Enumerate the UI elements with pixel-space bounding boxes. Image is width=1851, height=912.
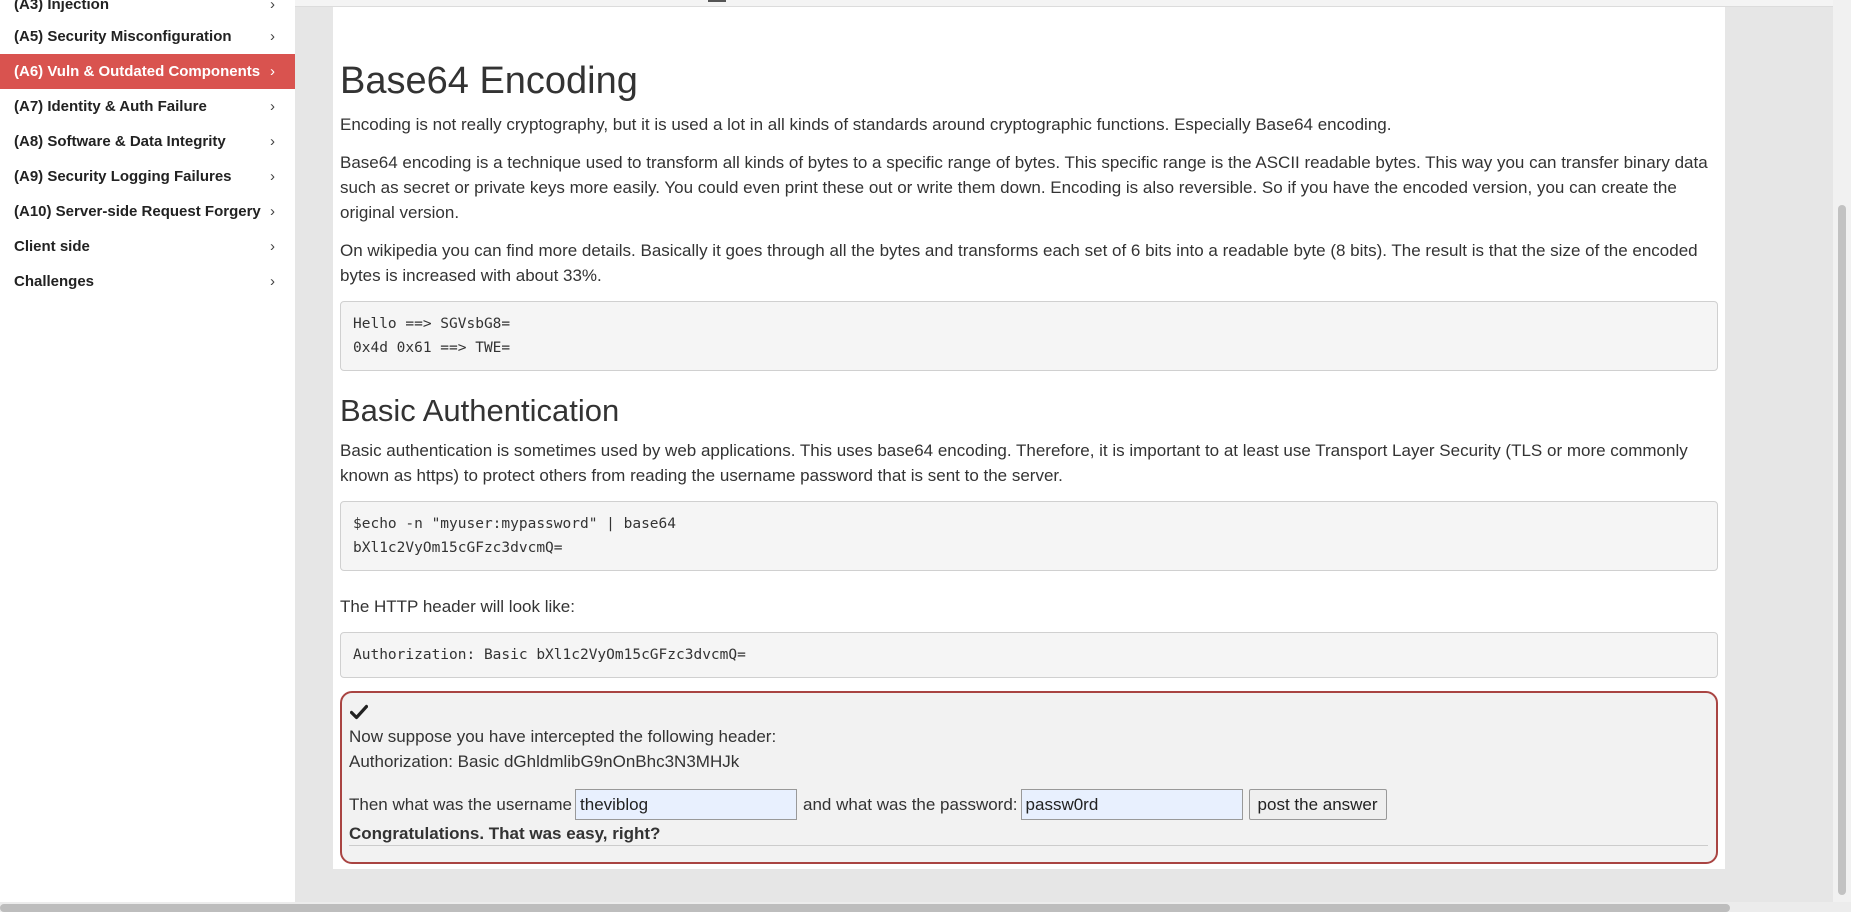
paragraph: The HTTP header will look like:	[340, 596, 575, 616]
sidebar-item-challenges[interactable]: Challenges ›	[0, 264, 295, 299]
code-block-http-header: Authorization: Basic bXl1c2VyOm15cGFzc3d…	[340, 631, 1718, 678]
username-label: Then what was the username	[349, 794, 573, 814]
sidebar-item-label: (A9) Security Logging Failures	[14, 168, 232, 185]
assignment-box: Now suppose you have intercepted the fol…	[340, 690, 1718, 864]
sidebar-item-security-misconfiguration[interactable]: (A5) Security Misconfiguration ›	[0, 19, 295, 54]
section-title-basic-auth: Basic Authentication	[340, 392, 620, 428]
assignment-question: Now suppose you have intercepted the fol…	[349, 726, 777, 746]
chevron-right-icon: ›	[270, 203, 275, 220]
sidebar-item-label: (A8) Software & Data Integrity	[14, 133, 226, 150]
header-underline-mark	[708, 0, 726, 2]
sidebar-item-vuln-outdated-components[interactable]: (A6) Vuln & Outdated Components ›	[0, 54, 295, 89]
paragraph: On wikipedia you can find more details. …	[340, 240, 1698, 285]
chevron-right-icon: ›	[270, 238, 275, 255]
lesson-content: Base64 Encoding Encoding is not really c…	[340, 50, 1718, 864]
feedback-message: Congratulations. That was easy, right?	[349, 823, 661, 843]
sidebar-item-server-side-request-forgery[interactable]: (A10) Server-side Request Forgery ›	[0, 194, 295, 229]
sidebar-item-injection[interactable]: (A3) Injection ›	[0, 0, 295, 19]
chevron-right-icon: ›	[270, 133, 275, 150]
code-line: bXl1c2VyOm15cGFzc3dvcmQ=	[353, 539, 563, 556]
password-label: and what was the password:	[803, 794, 1018, 814]
code-line: $echo -n "myuser:mypassword" | base64	[353, 515, 677, 532]
intercepted-header: Authorization: Basic dGhldmlibG9nOnBhc3N…	[349, 751, 740, 771]
sidebar: (A3) Injection › (A5) Security Misconfig…	[0, 0, 295, 912]
horizontal-scrollbar-thumb[interactable]	[0, 904, 1730, 912]
page-header-strip	[295, 0, 1851, 7]
paragraph: Encoding is not really cryptography, but…	[340, 114, 1392, 134]
chevron-right-icon: ›	[270, 168, 275, 185]
answer-form: Then what was the username and what was …	[349, 789, 1708, 821]
section-title-base64: Base64 Encoding	[340, 60, 638, 102]
code-block-base64-example: Hello ==> SGVsbG8= 0x4d 0x61 ==> TWE=	[340, 300, 1718, 371]
chevron-right-icon: ›	[270, 273, 275, 290]
sidebar-item-label: (A3) Injection	[14, 0, 110, 13]
horizontal-scrollbar[interactable]	[0, 902, 1851, 912]
chevron-right-icon: ›	[270, 28, 275, 45]
sidebar-item-label: (A6) Vuln & Outdated Components	[14, 63, 261, 80]
sidebar-item-client-side[interactable]: Client side ›	[0, 229, 295, 264]
sidebar-item-security-logging-failures[interactable]: (A9) Security Logging Failures ›	[0, 159, 295, 194]
checkmark-icon	[350, 704, 368, 719]
username-input[interactable]	[575, 789, 798, 821]
sidebar-item-label: (A5) Security Misconfiguration	[14, 28, 232, 45]
code-line: Authorization: Basic bXl1c2VyOm15cGFzc3d…	[353, 646, 746, 663]
paragraph: Basic authentication is sometimes used b…	[340, 440, 1688, 485]
sidebar-item-label: (A10) Server-side Request Forgery	[14, 203, 261, 220]
divider	[349, 844, 1708, 846]
sidebar-item-label: Challenges	[14, 273, 95, 290]
code-line: 0x4d 0x61 ==> TWE=	[353, 339, 511, 356]
code-block-echo-base64: $echo -n "myuser:mypassword" | base64 bXl…	[340, 500, 1718, 571]
vertical-scrollbar-thumb[interactable]	[1838, 205, 1846, 895]
chevron-right-icon: ›	[270, 98, 275, 115]
sidebar-item-identity-auth-failure[interactable]: (A7) Identity & Auth Failure ›	[0, 89, 295, 124]
vertical-scrollbar[interactable]	[1833, 0, 1851, 912]
paragraph: Base64 encoding is a technique used to t…	[340, 152, 1708, 222]
password-input[interactable]	[1020, 789, 1243, 821]
code-line: Hello ==> SGVsbG8=	[353, 315, 511, 332]
sidebar-item-software-data-integrity[interactable]: (A8) Software & Data Integrity ›	[0, 124, 295, 159]
post-answer-button[interactable]: post the answer	[1248, 789, 1387, 821]
chevron-right-icon: ›	[270, 63, 275, 80]
chevron-right-icon: ›	[270, 0, 275, 13]
sidebar-item-label: (A7) Identity & Auth Failure	[14, 98, 207, 115]
sidebar-item-label: Client side	[14, 238, 90, 255]
